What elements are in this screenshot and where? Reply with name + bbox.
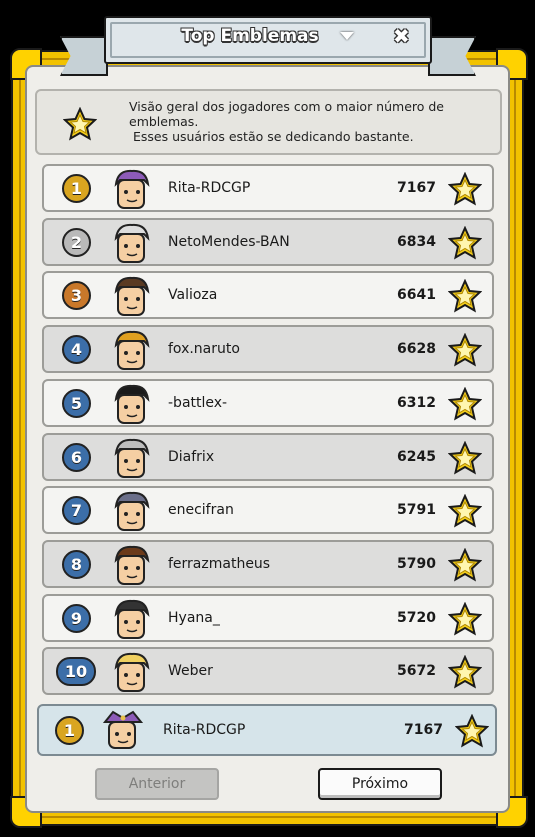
username: Rita-RDCGP <box>163 722 246 738</box>
rank-badge: 7 <box>62 496 91 526</box>
close-icon[interactable]: ✖ <box>393 24 410 48</box>
username: fox.naruto <box>168 341 240 358</box>
window-title: Top Emblemas <box>181 26 319 46</box>
username: Rita-RDCGP <box>168 180 251 196</box>
star-icon <box>448 601 482 636</box>
leaderboard-row[interactable]: 10 Weber 5672 <box>42 647 494 696</box>
star-icon <box>448 386 482 421</box>
star-icon <box>448 547 482 582</box>
rank-badge: 3 <box>62 281 91 311</box>
star-icon <box>448 655 482 689</box>
leaderboard-row[interactable]: 7 enecifran 5791 <box>42 486 494 535</box>
rank-badge: 9 <box>62 603 91 633</box>
leaderboard-row[interactable]: 1 Rita-RDCGP 7167 <box>42 164 494 212</box>
star-icon <box>63 107 97 141</box>
leaderboard-row[interactable]: 5 -battlex- 6312 <box>42 378 494 427</box>
leaderboard-row[interactable]: 2 NetoMendes-BAN 6834 <box>42 217 494 266</box>
username: ferrazmatheus <box>168 555 271 572</box>
badge-count: 6641 <box>397 287 436 304</box>
rank-badge: 8 <box>62 549 91 579</box>
avatar <box>114 169 150 209</box>
star-icon <box>448 172 482 206</box>
badge-count: 5790 <box>397 555 436 572</box>
rank-badge: 4 <box>62 335 91 365</box>
rank-badge: 10 <box>56 657 96 687</box>
badge-count: 5720 <box>397 609 436 626</box>
star-icon <box>448 279 482 313</box>
leaderboard-row[interactable]: 9 Hyana_ 5720 <box>42 593 494 642</box>
avatar <box>102 710 144 749</box>
star-icon <box>448 333 482 367</box>
avatar <box>114 653 150 693</box>
avatar <box>114 331 150 371</box>
badge-count: 6834 <box>397 233 436 250</box>
avatar <box>114 492 150 532</box>
rank-badge: 1 <box>55 716 84 745</box>
avatar <box>114 438 150 478</box>
avatar <box>114 384 150 424</box>
info-line: emblemas. <box>129 114 199 129</box>
avatar <box>114 277 150 317</box>
username: Valioza <box>168 287 218 304</box>
username: Weber <box>168 663 213 680</box>
leaderboard-row[interactable]: 3 Valioza 6641 <box>42 271 494 320</box>
avatar <box>114 545 150 585</box>
star-icon <box>448 494 482 528</box>
badge-count: 6312 <box>397 394 436 411</box>
badge-count: 7167 <box>404 722 443 738</box>
rank-badge: 1 <box>62 174 91 203</box>
rank-badge: 6 <box>62 442 91 472</box>
username: Diafrix <box>168 448 215 465</box>
info-line: Esses usuários estão se dedicando bastan… <box>129 129 414 144</box>
avatar <box>114 223 150 263</box>
info-line: Visão geral dos jogadores com o maior nú… <box>129 99 445 114</box>
rank-badge: 2 <box>62 227 91 257</box>
badge-count: 6245 <box>397 448 436 465</box>
badge-count: 6628 <box>397 341 436 358</box>
username: -battlex- <box>168 394 228 411</box>
badge-count: 7167 <box>397 180 436 196</box>
star-icon <box>455 714 489 748</box>
leaderboard-row[interactable]: 6 Diafrix 6245 <box>42 432 494 481</box>
username: Hyana_ <box>168 609 220 626</box>
badge-count: 5791 <box>397 502 436 519</box>
avatar <box>114 599 150 639</box>
next-page-button[interactable]: Próximo <box>318 768 442 800</box>
username: enecifran <box>168 502 234 519</box>
info-description: Visão geral dos jogadores com o maior nú… <box>129 99 489 144</box>
star-icon <box>448 440 482 475</box>
leaderboard-row[interactable]: 4 fox.naruto 6628 <box>42 325 494 374</box>
own-rank-row[interactable]: 1 Rita-RDCGP 7167 <box>37 704 497 756</box>
chevron-down-icon[interactable] <box>340 32 354 40</box>
previous-page-button[interactable]: Anterior <box>95 768 219 800</box>
username: NetoMendes-BAN <box>168 233 290 250</box>
badge-count: 5672 <box>397 663 436 680</box>
leaderboard-row[interactable]: 8 ferrazmatheus 5790 <box>42 539 494 588</box>
rank-badge: 5 <box>62 388 91 418</box>
info-panel: Visão geral dos jogadores com o maior nú… <box>35 89 502 155</box>
star-icon <box>448 225 482 260</box>
